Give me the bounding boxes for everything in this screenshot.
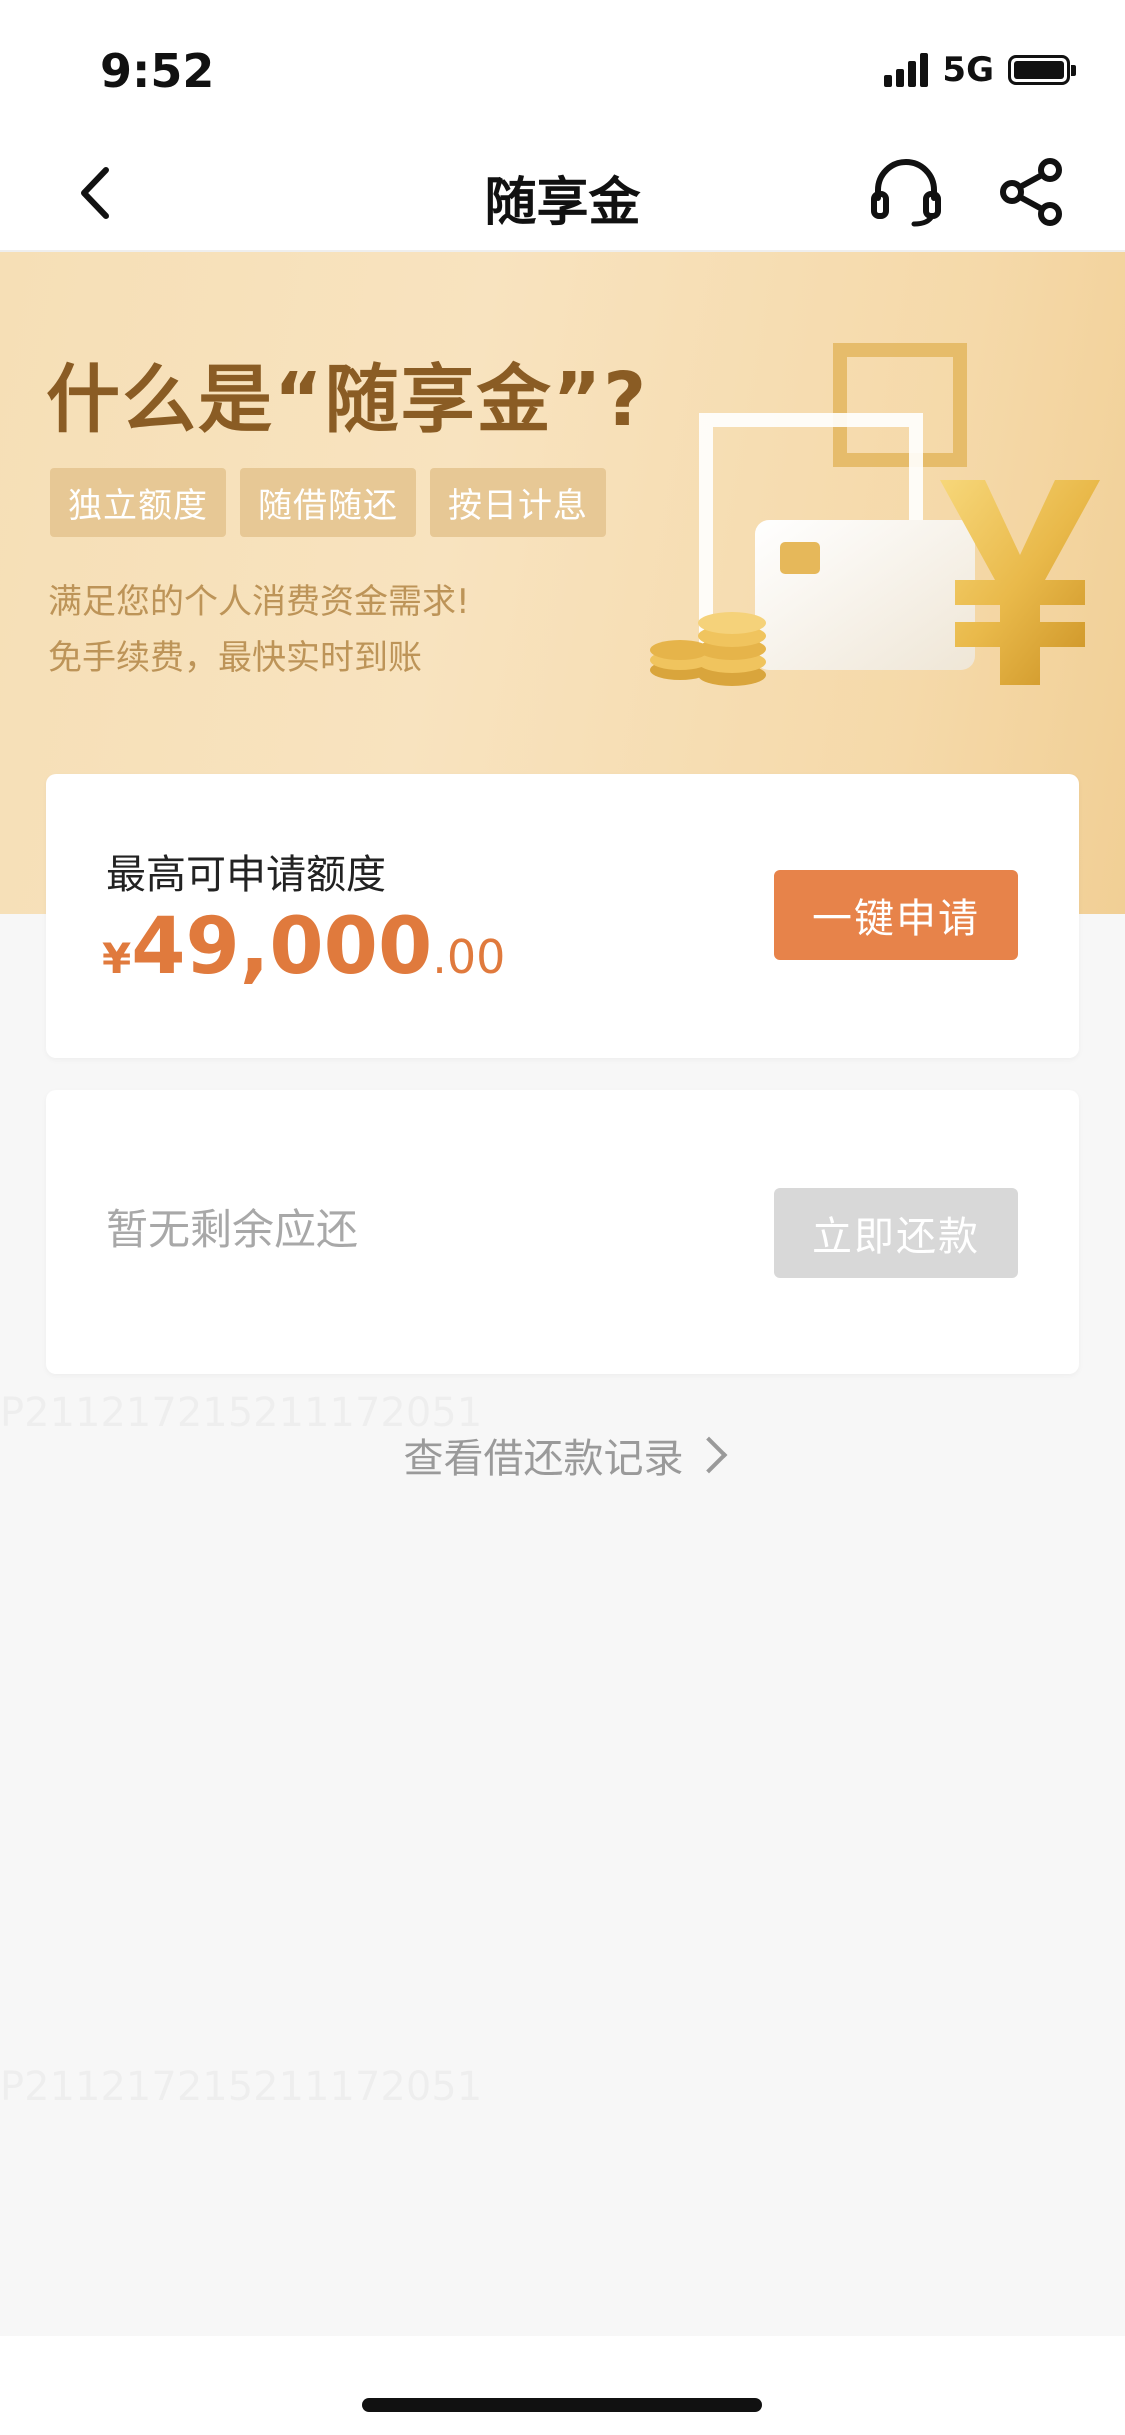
banner-illustration: [650, 343, 1100, 686]
share-icon[interactable]: [996, 156, 1068, 228]
repay-now-button[interactable]: 立即还款: [774, 1188, 1018, 1278]
banner-desc-line2: 免手续费，最快实时到账: [48, 638, 422, 678]
credit-limit-label: 最高可申请额度: [106, 852, 386, 898]
credit-limit-card: 最高可申请额度 ¥49,000.00 一键申请: [46, 774, 1079, 1058]
status-time: 9:52: [100, 44, 215, 98]
tag-independent-quota: 独立额度: [50, 468, 226, 537]
network-label: 5G: [942, 50, 994, 90]
home-indicator[interactable]: [362, 2398, 762, 2412]
nav-bar: 随享金: [0, 140, 1125, 252]
amount-integer: 49,000: [131, 902, 433, 992]
banner-title: 什么是“随享金”?: [46, 357, 649, 443]
coins-icon: [650, 612, 766, 686]
credit-limit-amount: ¥49,000.00: [102, 902, 505, 992]
repayment-status: 暂无剩余应还: [106, 1205, 359, 1254]
tag-borrow-anytime: 随借随还: [240, 468, 416, 537]
records-link[interactable]: 查看借还款记录: [0, 1426, 1125, 1484]
page-title: 随享金: [484, 173, 641, 233]
signal-icon: [884, 53, 929, 87]
home-indicator-area: [0, 2336, 1125, 2435]
records-link-label: 查看借还款记录: [403, 1436, 684, 1482]
apply-button[interactable]: 一键申请: [774, 870, 1018, 960]
watermark: P211217215211172051: [0, 2064, 482, 2110]
banner-desc-line1: 满足您的个人消费资金需求!: [48, 582, 470, 622]
amount-decimal: .00: [432, 930, 506, 984]
headset-icon[interactable]: [868, 158, 944, 228]
currency-symbol: ¥: [102, 934, 132, 983]
tag-daily-interest: 按日计息: [430, 468, 606, 537]
banner-description: 满足您的个人消费资金需求! 免手续费，最快实时到账: [48, 574, 470, 686]
battery-icon: [1008, 55, 1076, 85]
chevron-right-icon: [690, 1436, 727, 1474]
banner-tags: 独立额度 随借随还 按日计息: [50, 468, 606, 537]
card-icon: [755, 520, 975, 670]
status-indicators: 5G: [884, 50, 1076, 90]
repayment-card: 暂无剩余应还 立即还款: [46, 1090, 1079, 1374]
status-bar: 9:52 5G: [0, 0, 1125, 140]
